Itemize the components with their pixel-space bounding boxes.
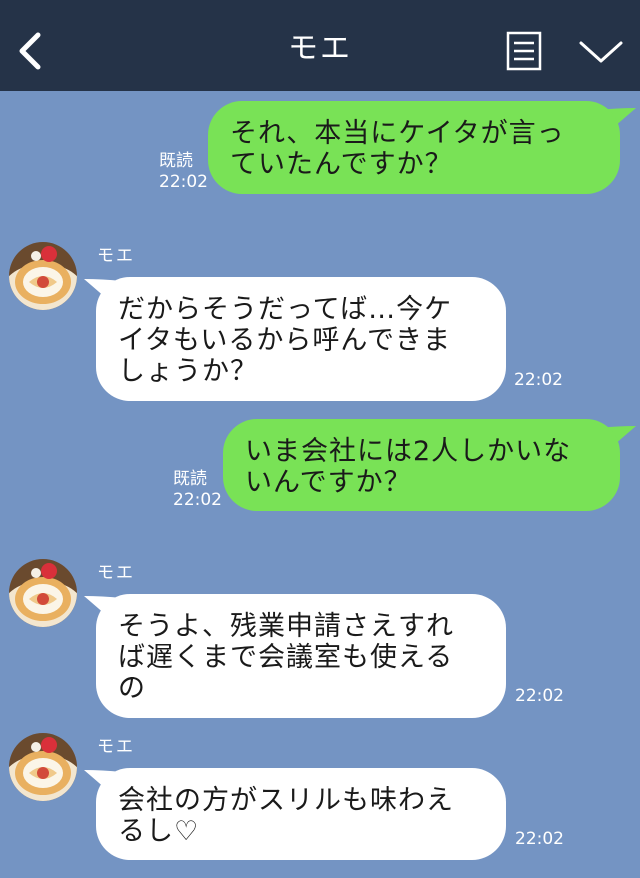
my-message-bubble[interactable]: いま会社には2人しかいな いんですか？: [223, 419, 620, 511]
roll-cake-avatar-icon: [9, 733, 77, 801]
chevron-down-icon[interactable]: [578, 38, 624, 66]
message-time: 22:02: [515, 829, 564, 849]
their-message-bubble[interactable]: 会社の方がスリルも味わえ るし♡: [96, 768, 506, 860]
chat-area[interactable]: 既読 22:02 それ、本当にケイタが言っ ていたんですか？ モエ だからそうだ…: [0, 91, 640, 878]
roll-cake-avatar-icon: [9, 559, 77, 627]
read-receipt: 既読: [173, 469, 207, 489]
chat-title: モエ: [288, 31, 352, 66]
message-meta: 既読 22:02: [173, 469, 222, 511]
their-message-bubble[interactable]: そうよ、残業申請さえすれ ば遅くまで会議室も使える の: [96, 594, 506, 718]
avatar[interactable]: [9, 559, 77, 627]
message-meta: 既読 22:02: [159, 151, 208, 193]
roll-cake-avatar-icon: [9, 242, 77, 310]
notes-icon[interactable]: [506, 31, 542, 71]
avatar[interactable]: [9, 733, 77, 801]
chat-header: モエ: [0, 0, 640, 91]
avatar[interactable]: [9, 242, 77, 310]
read-receipt: 既読: [159, 151, 193, 171]
sender-name: モエ: [97, 246, 135, 266]
message-time: 22:02: [515, 686, 564, 706]
message-time: 22:02: [173, 490, 222, 510]
sender-name: モエ: [97, 737, 135, 757]
message-time: 22:02: [159, 172, 208, 192]
sender-name: モエ: [97, 563, 135, 583]
my-message-bubble[interactable]: それ、本当にケイタが言っ ていたんですか？: [208, 101, 620, 194]
their-message-bubble[interactable]: だからそうだってば…今ケ イタもいるから呼んできま しょうか？: [96, 277, 506, 401]
message-time: 22:02: [514, 370, 563, 390]
